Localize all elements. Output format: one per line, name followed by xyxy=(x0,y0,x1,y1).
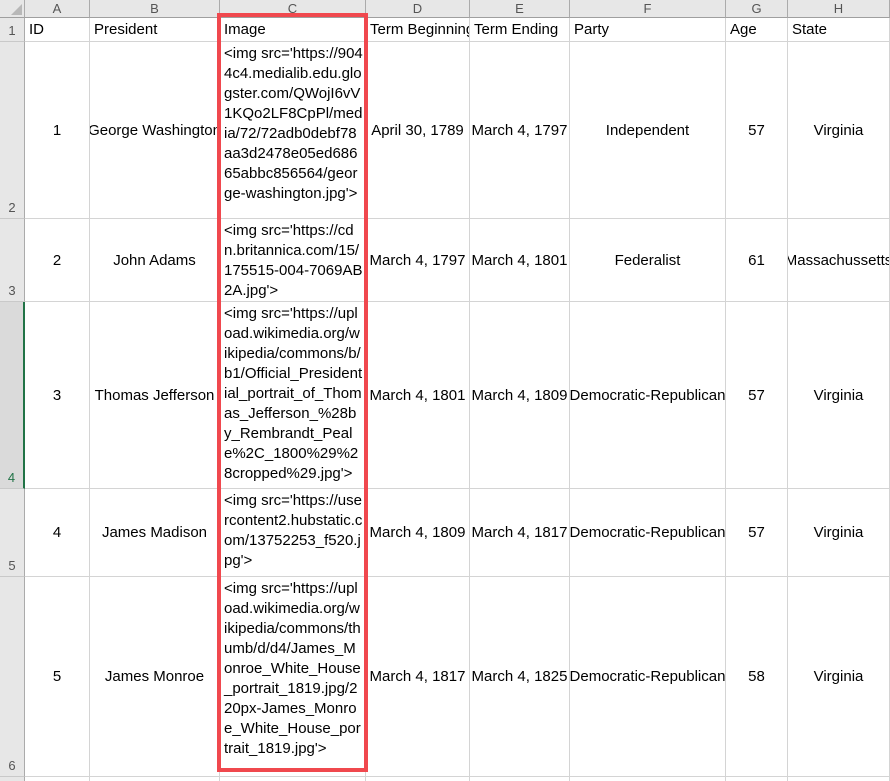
cell-G3[interactable]: 61 xyxy=(726,219,788,302)
cell-H2[interactable]: Virginia xyxy=(788,42,890,219)
cell-C1[interactable]: Image xyxy=(220,18,366,42)
cell-E6[interactable]: March 4, 1825 xyxy=(470,577,570,777)
cell-B4[interactable]: Thomas Jefferson xyxy=(90,302,220,489)
column-header-A[interactable]: A xyxy=(25,0,90,18)
cell-H3[interactable]: Massachussetts xyxy=(788,219,890,302)
cell-B3[interactable]: John Adams xyxy=(90,219,220,302)
cell-C2[interactable]: <img src='https://9044c4.medialib.edu.gl… xyxy=(220,42,366,219)
cell-D4[interactable]: March 4, 1801 xyxy=(366,302,470,489)
cell-E4[interactable]: March 4, 1809 xyxy=(470,302,570,489)
table-row-1: 1 ID President Image Term Beginning Term… xyxy=(0,18,890,42)
cell-B7[interactable] xyxy=(90,777,220,781)
table-row-5: 5 4 James Madison <img src='https://user… xyxy=(0,489,890,577)
cell-A1[interactable]: ID xyxy=(25,18,90,42)
cell-E7[interactable] xyxy=(470,777,570,781)
cell-G6[interactable]: 58 xyxy=(726,577,788,777)
column-header-H[interactable]: H xyxy=(788,0,890,18)
cell-G2[interactable]: 57 xyxy=(726,42,788,219)
cell-B1[interactable]: President xyxy=(90,18,220,42)
column-header-F[interactable]: F xyxy=(570,0,726,18)
cell-F3[interactable]: Federalist xyxy=(570,219,726,302)
cell-D1[interactable]: Term Beginning xyxy=(366,18,470,42)
cell-B2[interactable]: George Washington xyxy=(90,42,220,219)
cell-E5[interactable]: March 4, 1817 xyxy=(470,489,570,577)
cell-D3[interactable]: March 4, 1797 xyxy=(366,219,470,302)
column-header-C[interactable]: C xyxy=(220,0,366,18)
cell-A6[interactable]: 5 xyxy=(25,577,90,777)
cell-E3[interactable]: March 4, 1801 xyxy=(470,219,570,302)
table-row-4: 4 3 Thomas Jefferson <img src='https://u… xyxy=(0,302,890,489)
select-all-corner[interactable] xyxy=(0,0,25,18)
cell-D2[interactable]: April 30, 1789 xyxy=(366,42,470,219)
cell-H7[interactable] xyxy=(788,777,890,781)
cell-D5[interactable]: March 4, 1809 xyxy=(366,489,470,577)
cell-E1[interactable]: Term Ending xyxy=(470,18,570,42)
cell-C6[interactable]: <img src='https://upload.wikimedia.org/w… xyxy=(220,577,366,777)
table-row-7-partial xyxy=(0,777,890,781)
cell-H5[interactable]: Virginia xyxy=(788,489,890,577)
cell-F5[interactable]: Democratic-Republican xyxy=(570,489,726,577)
column-header-E[interactable]: E xyxy=(470,0,570,18)
table-row-2: 2 1 George Washington <img src='https://… xyxy=(0,42,890,219)
cell-A3[interactable]: 2 xyxy=(25,219,90,302)
table-row-3: 3 2 John Adams <img src='https://cdn.bri… xyxy=(0,219,890,302)
spreadsheet-grid: A B C D E F G H 1 ID President Image Ter… xyxy=(0,0,890,781)
column-header-B[interactable]: B xyxy=(90,0,220,18)
row-header-7[interactable] xyxy=(0,777,25,781)
cell-G7[interactable] xyxy=(726,777,788,781)
row-header-2[interactable]: 2 xyxy=(0,42,25,219)
row-header-4-active[interactable]: 4 xyxy=(0,302,25,489)
row-header-1[interactable]: 1 xyxy=(0,18,25,42)
cell-H4[interactable]: Virginia xyxy=(788,302,890,489)
cell-G4[interactable]: 57 xyxy=(726,302,788,489)
cell-F6[interactable]: Democratic-Republican xyxy=(570,577,726,777)
row-header-6[interactable]: 6 xyxy=(0,577,25,777)
cell-B5[interactable]: James Madison xyxy=(90,489,220,577)
cell-G1[interactable]: Age xyxy=(726,18,788,42)
cell-A2[interactable]: 1 xyxy=(25,42,90,219)
cell-A5[interactable]: 4 xyxy=(25,489,90,577)
column-header-strip: A B C D E F G H xyxy=(0,0,890,18)
cell-G5[interactable]: 57 xyxy=(726,489,788,577)
cell-H6[interactable]: Virginia xyxy=(788,577,890,777)
cell-D6[interactable]: March 4, 1817 xyxy=(366,577,470,777)
cell-A4[interactable]: 3 xyxy=(25,302,90,489)
cell-D7[interactable] xyxy=(366,777,470,781)
cell-F2[interactable]: Independent xyxy=(570,42,726,219)
cell-F4[interactable]: Democratic-Republican xyxy=(570,302,726,489)
row-header-3[interactable]: 3 xyxy=(0,219,25,302)
column-header-G[interactable]: G xyxy=(726,0,788,18)
cell-H1[interactable]: State xyxy=(788,18,890,42)
cell-E2[interactable]: March 4, 1797 xyxy=(470,42,570,219)
cell-F1[interactable]: Party xyxy=(570,18,726,42)
table-row-6: 6 5 James Monroe <img src='https://uploa… xyxy=(0,577,890,777)
cell-C4[interactable]: <img src='https://upload.wikimedia.org/w… xyxy=(220,302,366,489)
row-header-5[interactable]: 5 xyxy=(0,489,25,577)
select-all-triangle-icon xyxy=(11,4,22,15)
cell-F7[interactable] xyxy=(570,777,726,781)
cell-C7[interactable] xyxy=(220,777,366,781)
column-header-D[interactable]: D xyxy=(366,0,470,18)
cell-A7[interactable] xyxy=(25,777,90,781)
cell-B6[interactable]: James Monroe xyxy=(90,577,220,777)
cell-C5[interactable]: <img src='https://usercontent2.hubstatic… xyxy=(220,489,366,577)
cell-C3[interactable]: <img src='https://cdn.britannica.com/15/… xyxy=(220,219,366,302)
